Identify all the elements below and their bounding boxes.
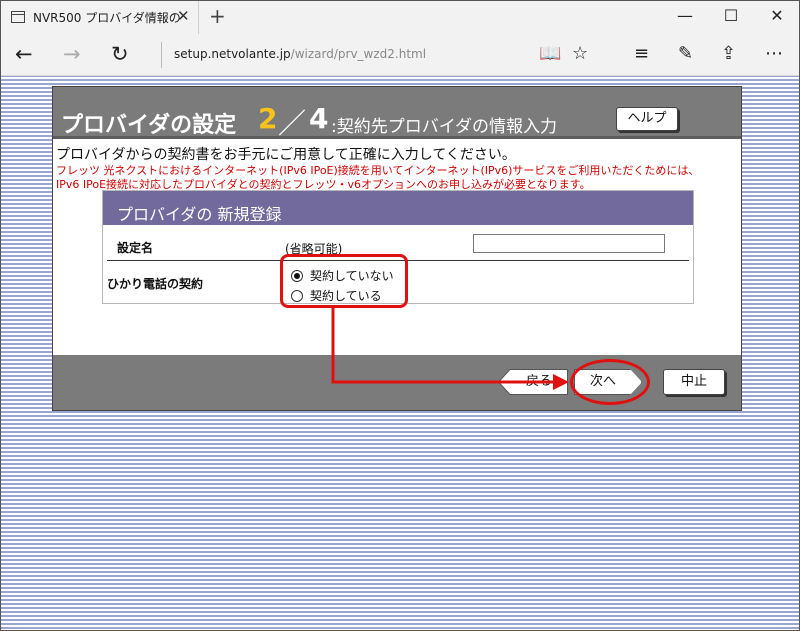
more-icon[interactable]: ⋯ xyxy=(765,43,783,64)
browser-tab[interactable]: NVR500 プロバイダ情報の ✕ xyxy=(1,1,199,34)
setting-name-label: 設定名 xyxy=(117,241,154,255)
back-button[interactable]: 戻る xyxy=(498,369,568,395)
browser-window: NVR500 プロバイダ情報の ✕ + — ☐ ✕ ← → ↻ setup.ne… xyxy=(0,0,800,631)
cancel-button[interactable]: 中止 xyxy=(663,369,725,395)
address-bar: ← → ↻ setup.netvolante.jp/wizard/prv_wzd… xyxy=(1,34,799,76)
page-subtitle: :契約先プロバイダの情報入力 xyxy=(331,117,558,137)
step-total: 4 xyxy=(309,102,329,135)
forward-arrow-icon[interactable]: → xyxy=(63,42,81,66)
hub-icon[interactable]: ≡ xyxy=(634,43,649,64)
help-button[interactable]: ヘルプ xyxy=(616,107,678,131)
page-icon xyxy=(11,11,25,23)
reading-view-icon[interactable]: 📖 xyxy=(539,43,561,64)
minimize-icon[interactable]: — xyxy=(665,6,705,25)
tab-title: NVR500 プロバイダ情報の xyxy=(33,11,181,25)
url-field[interactable]: setup.netvolante.jp/wizard/prv_wzd2.html xyxy=(174,47,426,61)
url-domain: setup.netvolante.jp xyxy=(174,47,291,61)
instruction-text: プロバイダからの契約書をお手元にご用意して正確に入力してください。 xyxy=(56,147,516,163)
tab-close-icon[interactable]: ✕ xyxy=(177,7,190,25)
form-heading-bar: プロバイダの 新規登録 xyxy=(103,191,693,225)
favorite-star-icon[interactable]: ☆ xyxy=(572,43,588,64)
form-heading: プロバイダの 新規登録 xyxy=(117,205,282,224)
share-icon[interactable]: ⇪ xyxy=(721,43,736,64)
step-current: 2 xyxy=(258,102,278,135)
annotation-highlight-radio xyxy=(280,254,408,308)
setting-name-input[interactable] xyxy=(473,234,665,253)
wizard-header: プロバイダの設定 2 ／ 4 :契約先プロバイダの情報入力 ヘルプ xyxy=(53,87,741,140)
tab-bar: NVR500 プロバイダ情報の ✕ + — ☐ ✕ xyxy=(1,1,799,34)
close-window-icon[interactable]: ✕ xyxy=(757,6,797,25)
refresh-icon[interactable]: ↻ xyxy=(111,42,129,66)
wizard-panel: プロバイダの設定 2 ／ 4 :契約先プロバイダの情報入力 ヘルプ プロバイダか… xyxy=(52,86,742,411)
web-note-icon[interactable]: ✎ xyxy=(678,43,693,64)
new-tab-icon[interactable]: + xyxy=(209,4,226,28)
annotation-highlight-next xyxy=(570,359,650,405)
url-path: /wizard/prv_wzd2.html xyxy=(290,47,427,61)
hikari-phone-label: ひかり電話の契約 xyxy=(107,277,204,291)
back-arrow-icon[interactable]: ← xyxy=(15,42,33,66)
step-separator: ／ xyxy=(278,107,307,140)
maximize-icon[interactable]: ☐ xyxy=(711,6,751,25)
address-divider xyxy=(161,42,162,68)
page-title: プロバイダの設定 xyxy=(61,113,237,138)
